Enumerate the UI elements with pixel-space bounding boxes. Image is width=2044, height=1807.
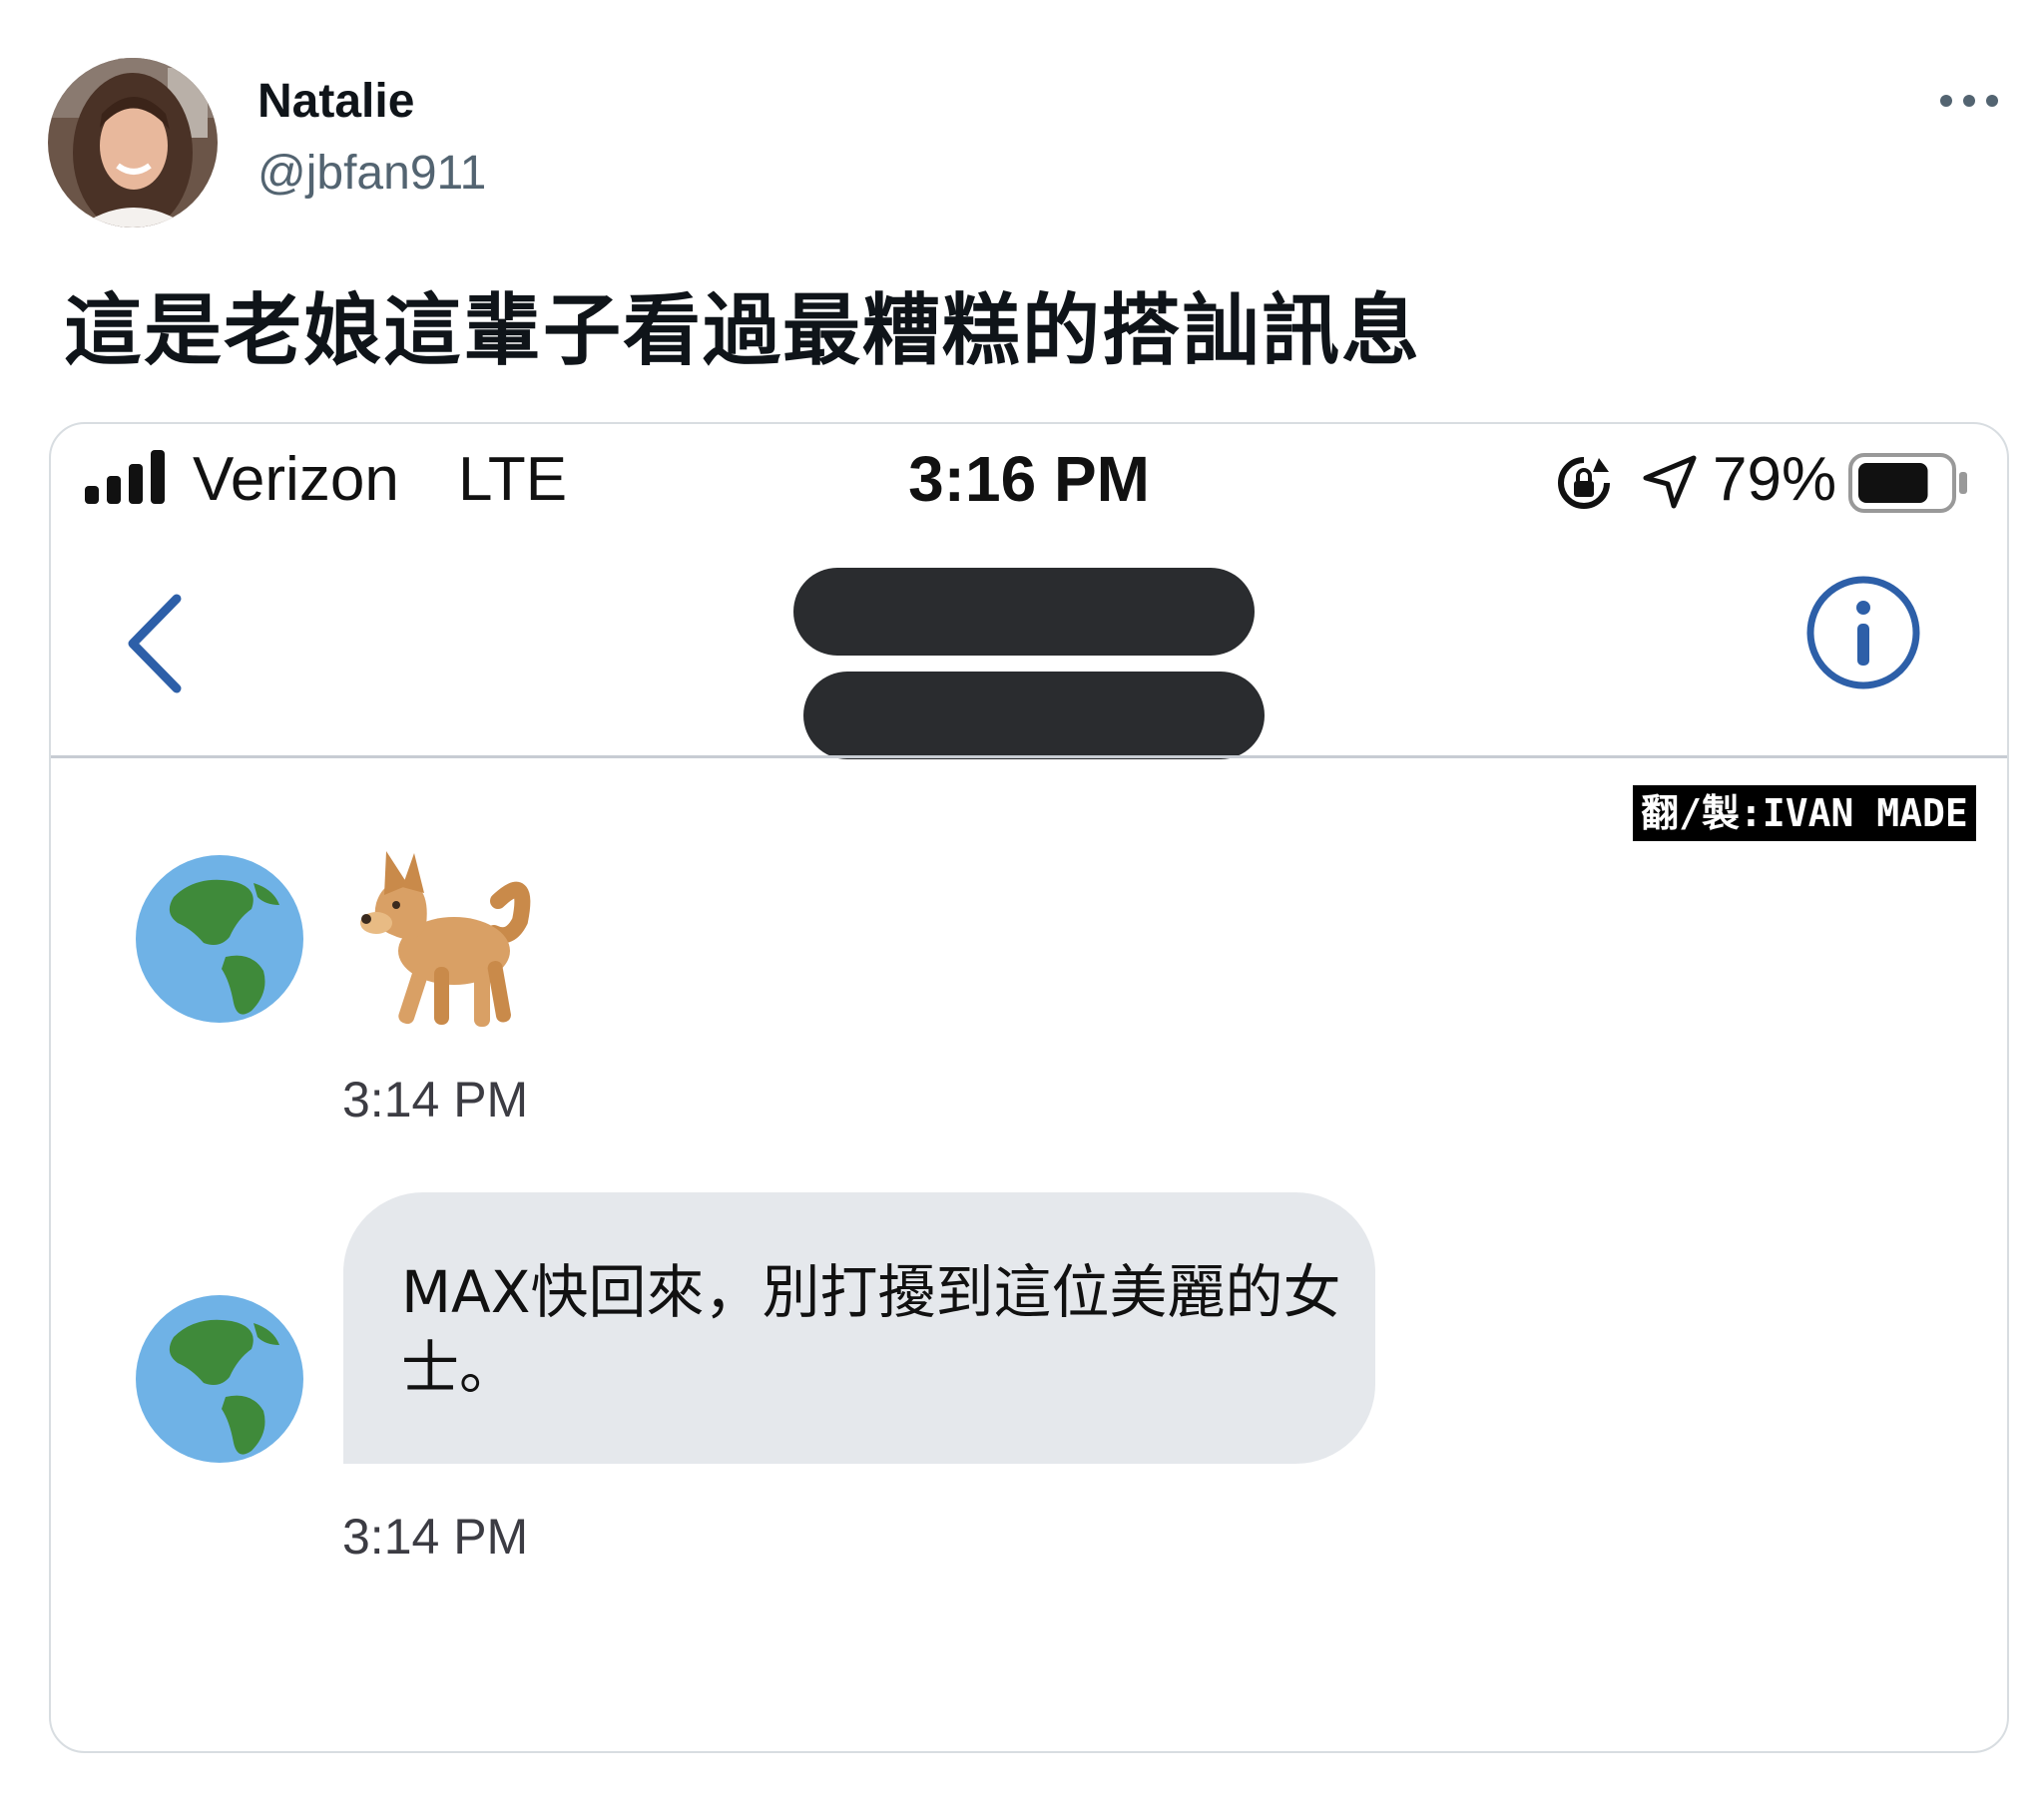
user-handle[interactable]: @jbfan911 xyxy=(257,146,486,201)
tweet-header: Natalie @jbfan911 xyxy=(0,0,2044,259)
message-text: MAX快回來，別打擾到這位美麗的女士。 xyxy=(401,1258,1341,1402)
status-bar: Verizon LTE 3:16 PM 79% xyxy=(51,424,2007,534)
screenshot-card[interactable]: Verizon LTE 3:16 PM 79% 翻/製:IVAN MADE 3:… xyxy=(49,422,2009,1753)
message-timestamp: 3:14 PM xyxy=(342,1509,529,1565)
sender-avatar[interactable] xyxy=(134,853,305,1025)
message-timestamp: 3:14 PM xyxy=(342,1072,529,1128)
info-icon[interactable] xyxy=(1804,574,1922,691)
location-arrow-icon xyxy=(1643,455,1697,509)
display-name[interactable]: Natalie xyxy=(257,74,414,129)
globe-americas-emoji xyxy=(136,855,303,1023)
tweet-text: 這是老娘這輩子看過最糟糕的搭訕訊息 xyxy=(64,286,1422,376)
battery-icon xyxy=(1848,453,1967,513)
credit-watermark: 翻/製:IVAN MADE xyxy=(1633,785,1976,841)
user-avatar[interactable] xyxy=(48,58,218,227)
globe-americas-emoji xyxy=(136,1295,303,1463)
rotation-lock-icon xyxy=(1558,457,1610,509)
message-bubble[interactable]: MAX快回來，別打擾到這位美麗的女士。 xyxy=(343,1192,1375,1464)
sender-avatar[interactable] xyxy=(134,1293,305,1465)
battery-percent: 79% xyxy=(1713,445,1837,514)
chevron-left-icon[interactable] xyxy=(119,589,191,698)
dog-emoji[interactable] xyxy=(348,843,544,1039)
redacted-contact-name[interactable] xyxy=(793,568,1273,759)
more-horizontal-icon[interactable] xyxy=(1934,86,2004,116)
conversation-nav-bar xyxy=(51,534,2007,759)
nav-divider xyxy=(51,755,2007,758)
